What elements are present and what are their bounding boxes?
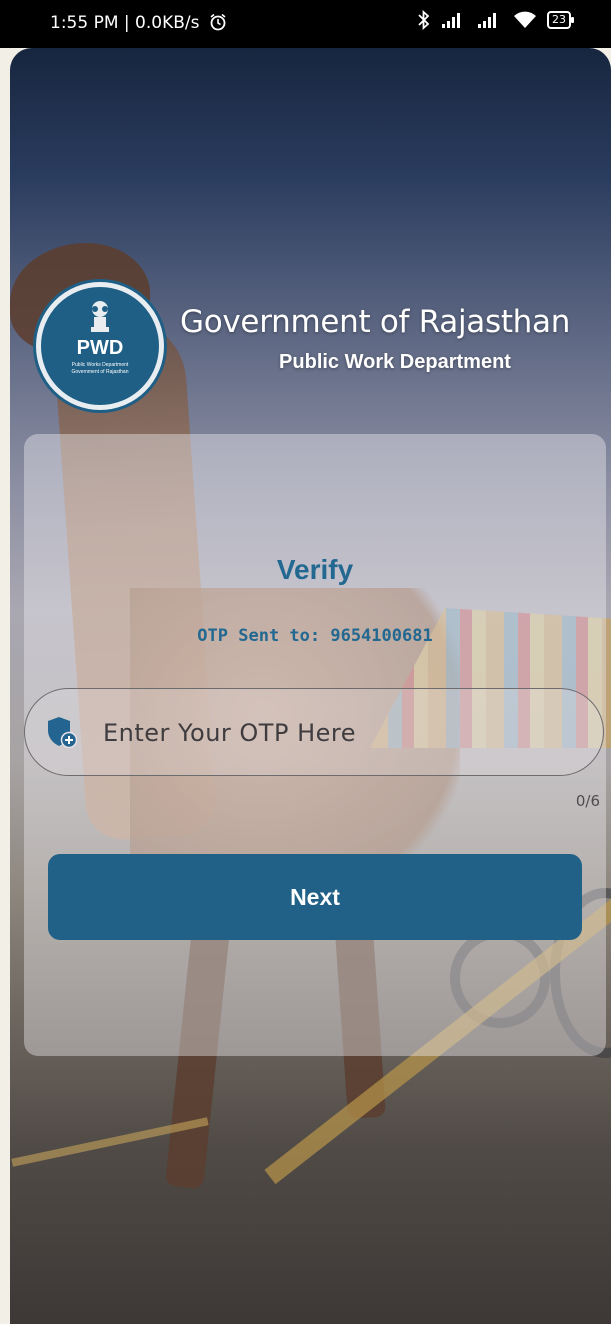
page-title: Government of Rajasthan: [180, 304, 571, 340]
signal-icon: [442, 13, 460, 28]
otp-char-counter: 0/6: [575, 792, 600, 810]
emblem-icon: [91, 301, 109, 332]
pwd-logo: PWD Public Works Department Government o…: [36, 282, 164, 410]
status-bar: 1:55 PM | 0.0KB/s 23: [0, 0, 611, 48]
verify-heading: Verify: [276, 554, 354, 585]
next-button[interactable]: Next: [48, 854, 582, 940]
battery-icon: 23: [547, 11, 574, 29]
otp-field[interactable]: [24, 688, 604, 776]
logo-abbr: PWD: [76, 337, 124, 359]
bluetooth-icon: [418, 10, 430, 30]
app-screen: PWD Public Works Department Government o…: [10, 48, 611, 1324]
status-time: 1:55 PM | 0.0KB/s: [50, 13, 227, 33]
otp-input[interactable]: [101, 711, 585, 755]
wifi-icon: [514, 11, 536, 28]
page-subtitle: Public Work Department: [279, 351, 511, 373]
verify-card: Verify OTP Sent to: 9654100681 0/6 Next: [24, 434, 606, 1056]
logo-line2: Government of Rajasthan: [71, 369, 129, 375]
logo-line1: Public Works Department: [71, 362, 129, 368]
battery-level: 23: [552, 13, 566, 26]
alarm-icon: [210, 13, 226, 31]
status-time-text: 1:55 PM | 0.0KB/s: [50, 13, 200, 33]
status-icons: 23: [417, 10, 574, 30]
signal-icon: [478, 13, 496, 28]
otp-sent-text: OTP Sent to: 9654100681: [197, 626, 433, 646]
shield-plus-icon: [48, 717, 77, 748]
